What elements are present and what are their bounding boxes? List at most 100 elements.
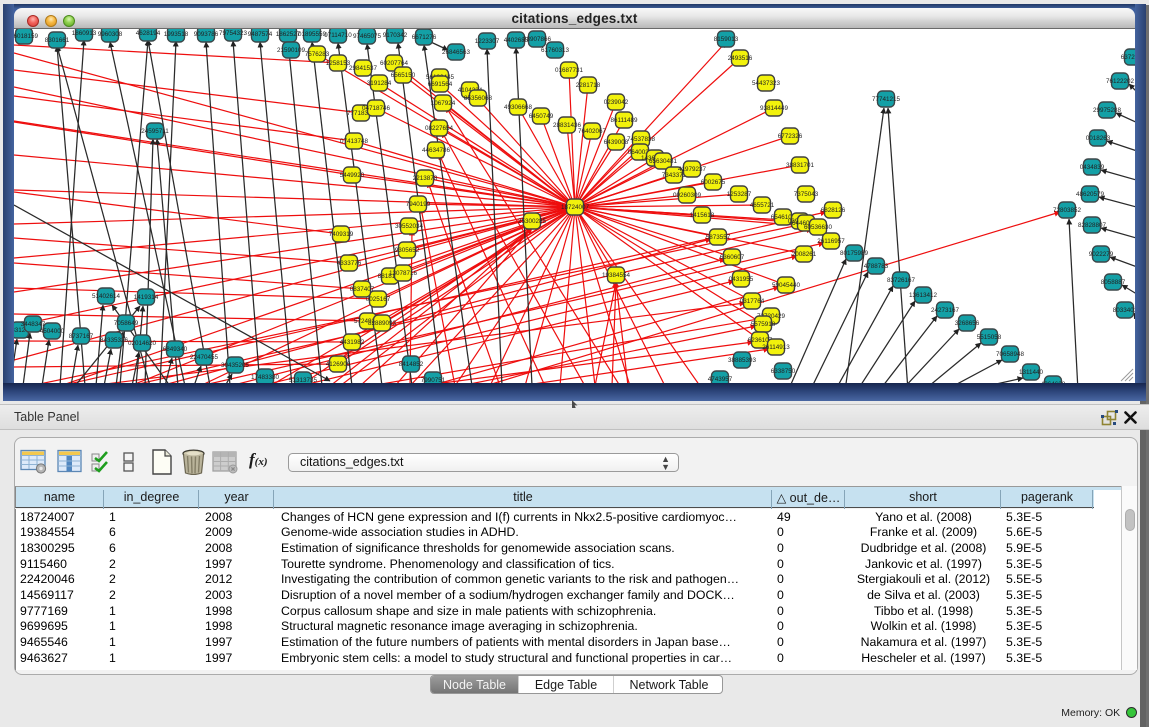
svg-text:09260309: 09260309 (673, 192, 702, 199)
svg-text:9022279: 9022279 (1089, 251, 1114, 258)
svg-text:6565150: 6565150 (391, 72, 416, 79)
svg-text:1223307: 1223307 (475, 38, 500, 45)
svg-text:22470455: 22470455 (190, 354, 219, 361)
svg-text:5873557: 5873557 (706, 234, 731, 241)
svg-text:60207764: 60207764 (380, 60, 409, 67)
svg-text:0837407: 0837407 (350, 286, 375, 293)
svg-text:84335326: 84335326 (100, 337, 129, 344)
svg-text:6671276: 6671276 (412, 34, 437, 41)
svg-text:77741215: 77741215 (872, 96, 901, 103)
svg-text:97114710: 97114710 (324, 32, 352, 39)
svg-text:79754323: 79754323 (219, 30, 248, 37)
svg-text:59045440: 59045440 (772, 282, 801, 289)
svg-text:6372651: 6372651 (1121, 54, 1135, 61)
svg-text:4126906: 4126906 (326, 361, 351, 368)
svg-text:01687731: 01687731 (555, 67, 584, 74)
svg-text:7058649: 7058649 (114, 320, 139, 327)
svg-text:4504000: 4504000 (40, 328, 65, 335)
svg-text:1860913: 1860913 (72, 30, 97, 37)
svg-text:1993518: 1993518 (164, 31, 189, 38)
svg-text:02014620: 02014620 (128, 340, 157, 347)
svg-text:4628194: 4628194 (136, 30, 161, 37)
svg-text:26018159: 26018159 (14, 33, 38, 40)
svg-text:08227654: 08227654 (425, 125, 454, 132)
svg-text:76402067: 76402067 (578, 128, 607, 135)
svg-text:72803852: 72803852 (1053, 207, 1082, 214)
svg-text:13613412: 13613412 (909, 292, 938, 299)
svg-text:80175989: 80175989 (840, 250, 869, 257)
svg-text:74537838: 74537838 (627, 136, 656, 143)
svg-text:30435205: 30435205 (221, 362, 250, 369)
svg-text:93814449: 93814449 (760, 105, 789, 112)
svg-text:5575918: 5575918 (751, 321, 776, 328)
svg-text:83726167: 83726167 (887, 277, 916, 284)
svg-text:1258153: 1258153 (326, 60, 351, 67)
svg-text:5449920: 5449920 (340, 172, 365, 179)
svg-text:6691564: 6691564 (428, 81, 453, 88)
svg-text:2213878: 2213878 (413, 175, 438, 182)
svg-text:13078716: 13078716 (389, 270, 418, 277)
svg-text:4788783: 4788783 (864, 263, 889, 270)
svg-text:6849340: 6849340 (163, 346, 188, 353)
svg-text:70658948: 70658948 (996, 351, 1025, 358)
svg-text:17483380: 17483380 (251, 374, 280, 381)
svg-text:6772326: 6772326 (778, 133, 803, 140)
svg-text:24595711: 24595711 (141, 128, 169, 135)
svg-text:8301661: 8301661 (45, 37, 70, 44)
svg-text:6002675: 6002675 (701, 179, 726, 186)
svg-text:0434839: 0434839 (1080, 164, 1105, 171)
svg-text:26114913: 26114913 (762, 344, 790, 351)
svg-text:82828807: 82828807 (1078, 222, 1107, 229)
svg-text:85356068: 85356068 (464, 95, 493, 102)
svg-text:4655721: 4655721 (750, 202, 775, 209)
svg-text:6338750: 6338750 (771, 368, 796, 375)
svg-text:6360607: 6360607 (720, 254, 745, 261)
svg-text:28907866: 28907866 (523, 36, 552, 43)
svg-text:60536630: 60536630 (804, 224, 833, 231)
svg-text:0025167: 0025167 (366, 296, 391, 303)
svg-text:76122202: 76122202 (1106, 78, 1135, 85)
svg-text:4743957: 4743957 (708, 376, 733, 383)
svg-text:0018263: 0018263 (1086, 135, 1111, 142)
svg-text:01895559: 01895559 (298, 31, 327, 38)
svg-text:1253287: 1253287 (727, 191, 752, 198)
svg-text:38831701: 38831701 (786, 162, 815, 169)
svg-text:6450749: 6450749 (529, 113, 554, 120)
svg-text:2008261: 2008261 (792, 251, 817, 258)
svg-text:1067924: 1067924 (431, 100, 456, 107)
svg-text:1419314: 1419314 (134, 294, 159, 301)
svg-text:8058887: 8058887 (1101, 279, 1126, 286)
svg-text:1415618: 1415618 (690, 212, 715, 219)
svg-text:49306668: 49306668 (504, 104, 533, 111)
svg-text:0239042: 0239042 (604, 99, 629, 106)
svg-text:30552034: 30552034 (395, 223, 424, 230)
svg-text:7940199: 7940199 (406, 201, 431, 208)
svg-text:3191284: 3191284 (367, 80, 392, 87)
svg-text:4431982: 4431982 (340, 339, 365, 346)
svg-text:82889093: 82889093 (368, 320, 397, 327)
svg-text:97465075: 97465075 (353, 33, 382, 40)
svg-text:9960308: 9960308 (98, 31, 123, 38)
svg-text:19384554: 19384554 (602, 272, 631, 279)
svg-text:1311440: 1311440 (1019, 369, 1044, 376)
svg-text:25300285: 25300285 (518, 218, 547, 225)
svg-text:51402614: 51402614 (92, 293, 121, 300)
svg-text:65630481: 65630481 (649, 158, 678, 165)
svg-text:6439008: 6439008 (604, 139, 629, 146)
svg-text:3448347: 3448347 (21, 321, 46, 328)
svg-text:48620579: 48620579 (1076, 191, 1105, 198)
svg-text:8033401: 8033401 (1113, 307, 1135, 314)
svg-text:3268656: 3268656 (955, 320, 980, 327)
svg-text:29841537: 29841537 (349, 65, 378, 72)
svg-text:86111489: 86111489 (610, 117, 638, 124)
svg-text:2281718: 2281718 (576, 82, 601, 89)
svg-text:21590109: 21590109 (277, 47, 306, 54)
svg-text:7409319: 7409319 (329, 231, 354, 238)
svg-text:07413748: 07413748 (340, 138, 369, 145)
svg-text:8737167: 8737167 (69, 333, 94, 340)
svg-text:61760313: 61760313 (541, 47, 570, 54)
svg-text:4333776: 4333776 (337, 260, 362, 267)
svg-text:9305652: 9305652 (395, 247, 420, 254)
svg-text:6828126: 6828126 (821, 207, 846, 214)
svg-text:5515058: 5515058 (977, 334, 1002, 341)
